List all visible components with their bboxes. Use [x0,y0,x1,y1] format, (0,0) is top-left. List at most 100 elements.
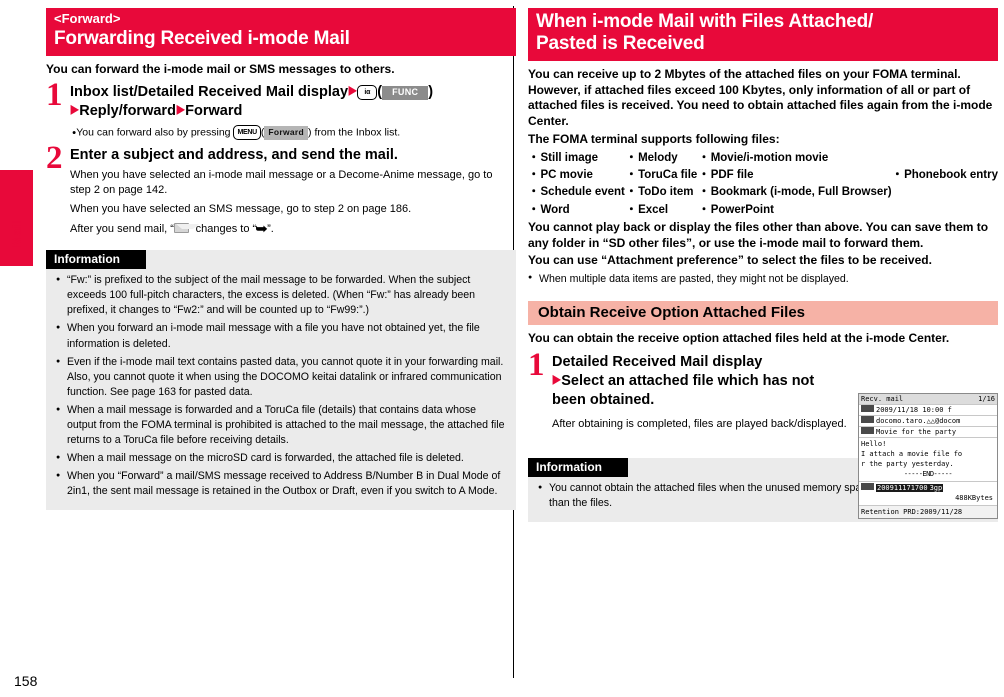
list-item: When you forward an i-mode mail message … [56,321,506,351]
left-step-1-heading-b2: Forward [185,103,243,120]
left-step-2-number: 2 [46,140,63,177]
list-item: When you “Forward” a mail/SMS message re… [56,469,506,499]
left-step-1-note: ●You can forward also by pressing MENU(F… [72,125,401,141]
right-section-title-line1: When i-mode Mail with Files Attached/ [536,11,874,32]
phone-date-flag: f [947,406,952,414]
left-step-2-body-3: After you send mail, “ ” changes to “➥”. [70,220,516,238]
left-information-title: Information [46,250,146,270]
phone-subject-row: Movie for the party [859,427,997,438]
phone-screenshot: Recv. mail 1/16 2009/11/18 10:00 f docom… [858,393,998,519]
right-section-title-line2: Pasted is Received [536,33,705,55]
envelope-icon [173,223,199,234]
list-item: When a mail message on the microSD card … [56,451,506,466]
table-row: Still image Melody Movie/i-motion movie [528,150,998,167]
left-step-1-heading-a: Inbox list/Detailed Received Mail displa… [70,84,349,101]
left-lead-text: You can forward the i-mode mail or SMS m… [46,61,395,76]
left-step-1-heading-2: ▶Reply/forward▶Forward [70,102,516,121]
ialpha-key-icon: iα [357,85,378,101]
subject-icon [861,427,874,434]
forward-softkey-icon: Forward [264,125,309,140]
list-item: “Fw:” is prefixed to the subject of the … [56,273,506,318]
left-section-header: <Forward> Forwarding Received i-mode Mai… [46,8,516,56]
phone-body-end: -----END----- [903,470,953,478]
list-item: Even if the i-mode mail text contains pa… [56,355,506,400]
right-information-title: Information [528,458,628,478]
phone-date: 2009/11/18 10:00 [876,406,944,414]
phone-body: Hello! I attach a movie file fo r the pa… [859,438,997,482]
right-step-1-heading-b: Select an attached file which has not be… [552,372,815,408]
table-cell: Phonebook entry [892,167,998,184]
right-lead-4: You can use “Attachment preference” to s… [528,252,932,267]
table-cell: Excel [626,202,699,219]
table-cell: PowerPoint [698,202,891,219]
left-information-list: “Fw:” is prefixed to the subject of the … [46,269,516,498]
phone-title-text: Recv. mail [861,395,904,403]
table-cell: Word [528,202,626,219]
left-step-2: 2 Enter a subject and address, and send … [46,142,516,238]
phone-retention-row: Retention PRD:2009/11/28 [859,506,997,518]
left-step-1-note-post: from the Inbox list. [314,126,401,139]
phone-from: docomo.taro.△△@docom [876,417,961,425]
phone-title-bar: Recv. mail 1/16 [859,394,997,405]
table-cell: ToDo item [626,184,699,201]
left-step-1-heading: Inbox list/Detailed Received Mail displa… [70,83,434,101]
phone-subject: Movie for the party [876,428,957,436]
supported-files-table: Still image Melody Movie/i-motion movie … [528,150,998,219]
left-step-2-heading: Enter a subject and address, and send th… [70,147,398,164]
phone-attach-ext: 3gp [928,484,944,492]
list-item: When a mail message is forwarded and a T… [56,403,506,448]
table-cell: Schedule event [528,184,626,201]
subsection-lead: You can obtain the receive option attach… [528,331,950,346]
left-column: <Forward> Forwarding Received i-mode Mai… [46,8,516,510]
manual-page: Mail 158 <Forward> Forwarding Received i… [0,0,1004,697]
left-information-box: Information “Fw:” is prefixed to the sub… [46,250,516,510]
right-step-1-body: After obtaining is completed, files are … [552,417,847,430]
left-step-1-note-pre: You can forward also by pressing [76,126,231,139]
right-lead-2: The FOMA terminal supports following fil… [528,132,780,147]
phone-body-line-3: r the party yesterday. [861,460,954,468]
table-row: PC movie ToruCa file PDF file Phonebook … [528,167,998,184]
table-row: Schedule event ToDo item Bookmark (i-mod… [528,184,998,201]
right-lead-3: You cannot play back or display the file… [528,219,989,250]
table-cell: PDF file [698,167,891,184]
left-step-1-heading-b1: Reply/forward [79,103,176,120]
right-lead-1: You can receive up to 2 Mbytes of the at… [528,66,993,129]
page-number: 158 [14,673,38,689]
attachment-icon [861,483,874,490]
phone-attach-size: 488KBytes [955,494,993,502]
arrow-icon: ▶ [552,371,561,386]
menu-key-icon: MENU [233,125,261,141]
table-row: Word Excel PowerPoint [528,202,998,219]
table-cell: PC movie [528,167,626,184]
from-icon [861,416,874,423]
phone-body-line-1: Hello! [861,440,887,448]
left-step-2-body-3-mid: ” changes to “ [188,223,257,236]
phone-body-line-2: I attach a movie file fo [861,450,963,458]
table-cell [892,184,998,201]
phone-attach-name: 200911171700 [876,484,929,492]
phone-attachment-row[interactable]: 200911171700 3gp 488KBytes [859,482,997,506]
arrow-icon: ▶ [70,102,79,117]
right-step-1-heading-a: Detailed Received Mail display [552,354,763,371]
right-step-1-heading-b-wrap: ▶Select an attached file which has not b… [552,372,848,410]
table-cell: Bookmark (i-mode, Full Browser) [698,184,891,201]
arrow-icon: ▶ [348,83,357,98]
left-section-title: Forwarding Received i-mode Mail [54,28,350,50]
phone-from-row: docomo.taro.△△@docom [859,416,997,427]
right-section-header: When i-mode Mail with Files Attached/ Pa… [528,8,998,61]
left-step-2-body-1: When you have selected an i-mode mail me… [70,169,493,197]
table-cell: Movie/i-motion movie [698,150,891,167]
right-note-1: When multiple data items are pasted, the… [528,272,998,287]
left-step-2-body-3-pre: After you send mail, “ [70,223,174,236]
left-step-2-body-3-post: ”. [267,223,274,236]
func-softkey-icon: FUNC [382,85,429,100]
table-cell [892,150,998,167]
left-step-2-body-2: When you have selected an SMS message, g… [70,202,412,215]
subsection-header: Obtain Receive Option Attached Files [528,301,998,326]
table-cell [892,202,998,219]
right-step-1-number: 1 [528,347,545,384]
left-section-kicker: <Forward> [54,11,121,26]
arrow-icon: ▶ [176,102,185,117]
table-cell: ToruCa file [626,167,699,184]
left-step-1-number: 1 [46,77,63,114]
